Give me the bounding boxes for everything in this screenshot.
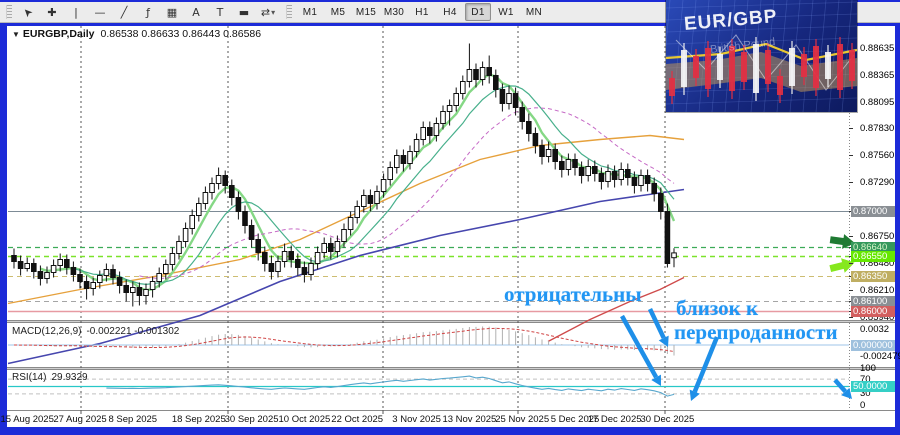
rsi-tick: 100 bbox=[860, 362, 876, 374]
shapes-icon: ▬ bbox=[238, 5, 250, 19]
trendline-tool[interactable]: ╱ bbox=[113, 3, 135, 21]
crosshair-icon: ✚ bbox=[47, 5, 57, 19]
timeframe-m5[interactable]: M5 bbox=[325, 3, 351, 21]
timeframe-h1[interactable]: H1 bbox=[409, 3, 435, 21]
timeframe-h4[interactable]: H4 bbox=[437, 3, 463, 21]
arrows-tool[interactable]: ⇄ ▾ bbox=[257, 3, 279, 21]
drawing-toolbar: ➤ ✚ | — ╱ ƒ ▦ A T ▬ ⇄ ▾ bbox=[16, 3, 280, 21]
symbol-promo-image: EUR/GBP British Pound bbox=[666, 0, 857, 112]
macd-tick: -0.002479 bbox=[860, 351, 900, 363]
symbol-label: EURGBP,Daily bbox=[22, 28, 95, 40]
trendline-icon: ╱ bbox=[120, 5, 128, 19]
shapes-tool[interactable]: ▬ bbox=[233, 3, 255, 21]
chevron-down-icon[interactable]: ▼ bbox=[12, 30, 20, 39]
timeframe-toolbar-grip[interactable] bbox=[286, 5, 292, 19]
channel-icon: ▦ bbox=[166, 5, 178, 19]
vertical-line-tool[interactable]: | bbox=[65, 3, 87, 21]
price-tick: 0.86750 bbox=[860, 231, 895, 242]
macd-name: MACD(12,26,9) bbox=[12, 326, 82, 337]
annotation-oversold[interactable]: перепроданности bbox=[674, 320, 838, 345]
timeframe-m15[interactable]: M15 bbox=[353, 3, 379, 21]
rsi-name: RSI(14) bbox=[12, 372, 47, 383]
label-icon: T bbox=[216, 5, 224, 19]
cursor-icon: ➤ bbox=[20, 4, 36, 20]
date-label: 8 Sep 2025 bbox=[108, 414, 158, 425]
price-tick: 0.86350 bbox=[851, 271, 895, 282]
annotation-close-to[interactable]: близок к bbox=[676, 296, 758, 321]
price-tick: 0.88095 bbox=[860, 96, 895, 108]
metatrader-window: ➤ ✚ | — ╱ ƒ ▦ A T ▬ ⇄ ▾ M1 M5 M15 M30 H1 H4 D1 W1 MN ▼ EURGB… bbox=[0, 0, 900, 435]
toolbar-grip[interactable] bbox=[6, 5, 12, 19]
price-tick: 0.87830 bbox=[860, 123, 895, 134]
ohlc-values: 0.86538 0.86633 0.86443 0.86586 bbox=[100, 28, 262, 40]
macd-tick: 0.0032 bbox=[860, 324, 890, 336]
timeframe-m30[interactable]: M30 bbox=[381, 3, 407, 21]
price-tick: 0.86000 bbox=[851, 306, 895, 317]
rsi-label: RSI(14) 29.9329 bbox=[12, 372, 88, 383]
label-tool[interactable]: T bbox=[209, 3, 231, 21]
timeframe-toolbar: M1 M5 M15 M30 H1 H4 D1 W1 MN bbox=[296, 3, 548, 21]
price-tick: 0.86550 bbox=[851, 251, 895, 262]
macd-values: -0.002221 -0.001302 bbox=[86, 326, 180, 337]
rsi-tick: 50.0000 bbox=[851, 381, 895, 392]
channel-tool[interactable]: ▦ bbox=[161, 3, 183, 21]
text-tool[interactable]: A bbox=[185, 3, 207, 21]
fibonacci-tool[interactable]: ƒ bbox=[137, 3, 159, 21]
vertical-line-icon: | bbox=[74, 5, 78, 19]
timeframe-mn[interactable]: MN bbox=[521, 3, 547, 21]
macd-label: MACD(12,26,9) -0.002221 -0.001302 bbox=[12, 326, 179, 337]
symbol-ohlc-line: ▼ EURGBP,Daily 0.86538 0.86633 0.86443 0.8… bbox=[12, 28, 261, 40]
price-tick: 0.88635 bbox=[860, 42, 895, 54]
price-tick: 0.86210 bbox=[860, 285, 895, 296]
horizontal-line-icon: — bbox=[94, 5, 106, 19]
text-icon: A bbox=[192, 5, 200, 19]
cursor-tool[interactable]: ➤ bbox=[17, 3, 39, 21]
price-tick: 0.87290 bbox=[860, 177, 895, 188]
timeframe-w1[interactable]: W1 bbox=[493, 3, 519, 21]
fibonacci-icon: ƒ bbox=[146, 5, 150, 19]
date-label: 30 Dec 2025 bbox=[640, 414, 695, 425]
crosshair-tool[interactable]: ✚ bbox=[41, 3, 63, 21]
horizontal-line-tool[interactable]: — bbox=[89, 3, 111, 21]
timeframe-d1[interactable]: D1 bbox=[465, 3, 491, 21]
price-tick: 0.87560 bbox=[860, 150, 895, 161]
price-tick: 0.87000 bbox=[851, 206, 895, 217]
dropdown-caret-icon[interactable]: ▾ bbox=[271, 8, 275, 17]
rsi-tick: 0 bbox=[860, 399, 866, 411]
arrows-icon: ⇄ bbox=[260, 5, 271, 19]
rsi-value: 29.9329 bbox=[51, 372, 88, 383]
annotation-negative[interactable]: отрицательны bbox=[504, 282, 642, 307]
price-tick: 0.88365 bbox=[860, 69, 895, 81]
macd-tick: 0.000000 bbox=[851, 339, 895, 351]
timeframe-m1[interactable]: M1 bbox=[297, 3, 323, 21]
